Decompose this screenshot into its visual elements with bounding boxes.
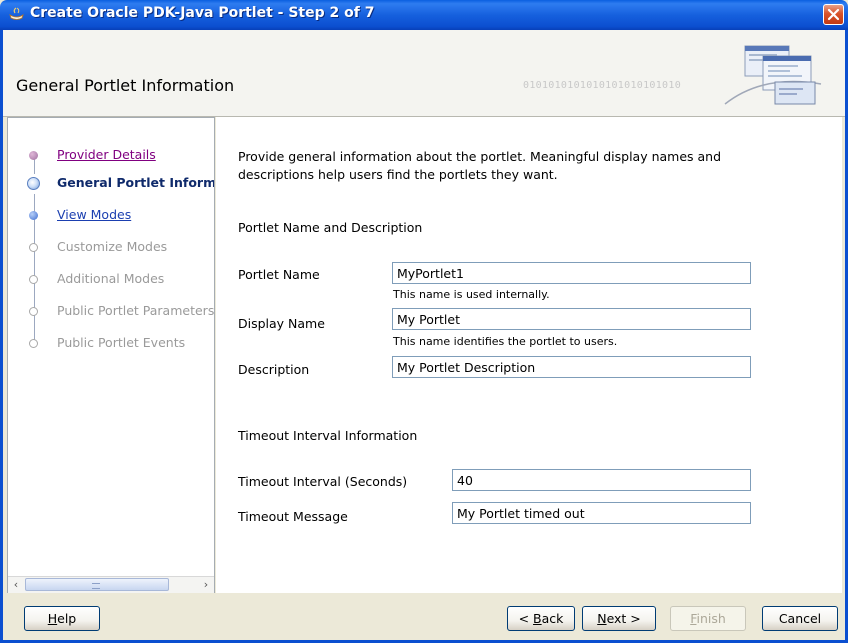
close-icon <box>827 8 840 21</box>
scrollbar-thumb[interactable] <box>25 578 169 591</box>
binary-decoration: 0101010101010101010101010 <box>523 80 682 91</box>
cancel-button[interactable]: Cancel <box>762 606 838 631</box>
step-label: Public Portlet Events <box>57 335 186 350</box>
help-button[interactable]: Help <box>24 606 100 631</box>
step-disabled-icon <box>29 243 38 252</box>
step-label: Provider Details <box>57 147 156 162</box>
step-public-portlet-parameters: Public Portlet Parameters <box>8 302 214 322</box>
close-button[interactable] <box>823 4 844 25</box>
next-button[interactable]: Next > <box>582 606 656 631</box>
step-disabled-icon <box>29 307 38 316</box>
wizard-header: General Portlet Information 010101010101… <box>3 30 845 117</box>
help-button-mnemonic: H <box>47 611 58 626</box>
section-title-timeout: Timeout Interval Information <box>238 428 418 443</box>
next-button-label: ext > <box>606 611 641 626</box>
step-label: View Modes <box>57 207 132 222</box>
step-label: Customize Modes <box>57 239 168 254</box>
next-button-mnemonic: N <box>597 611 607 626</box>
window-frame-left <box>0 30 3 643</box>
step-disabled-icon <box>29 339 38 348</box>
step-view-modes[interactable]: View Modes <box>8 206 214 226</box>
step-disabled-icon <box>29 275 38 284</box>
timeout-message-input[interactable] <box>452 502 751 524</box>
timeout-message-label: Timeout Message <box>238 509 348 524</box>
step-general-portlet-information[interactable]: General Portlet Information <box>8 174 214 194</box>
step-public-portlet-events: Public Portlet Events <box>8 334 214 354</box>
step-label: Public Portlet Parameters <box>57 303 215 318</box>
page-title: General Portlet Information <box>16 76 235 95</box>
step-label: General Portlet Information <box>57 175 215 190</box>
description-label: Description <box>238 362 310 377</box>
timeout-interval-label: Timeout Interval (Seconds) <box>238 474 408 489</box>
step-visited-icon <box>29 151 38 160</box>
portlet-name-hint: This name is used internally. <box>393 288 550 301</box>
cancel-button-label: Cancel <box>778 611 822 626</box>
description-input[interactable] <box>392 356 751 378</box>
window-title: Create Oracle PDK-Java Portlet - Step 2 … <box>30 5 375 21</box>
back-button-label: ack <box>541 611 564 626</box>
step-additional-modes: Additional Modes <box>8 270 214 290</box>
intro-text: Provide general information about the po… <box>238 149 722 182</box>
step-current-icon <box>27 177 40 190</box>
back-button-mnemonic: B <box>533 611 542 626</box>
section-title-name-description: Portlet Name and Description <box>238 220 423 235</box>
scroll-left-arrow-icon[interactable]: ‹ <box>8 577 24 593</box>
window-titlebar[interactable]: Create Oracle PDK-Java Portlet - Step 2 … <box>0 0 848 30</box>
back-button-prefix: < <box>518 611 534 626</box>
timeout-interval-input[interactable] <box>452 469 751 491</box>
portlet-name-label: Portlet Name <box>238 267 320 282</box>
step-label: Additional Modes <box>57 271 165 286</box>
wizard-header-graphic-icon <box>724 45 822 105</box>
back-button[interactable]: < Back <box>507 606 575 631</box>
step-provider-details[interactable]: Provider Details <box>8 146 214 166</box>
display-name-hint: This name identifies the portlet to user… <box>393 335 618 348</box>
step-enabled-icon <box>29 211 38 220</box>
portlet-name-input[interactable] <box>392 262 751 284</box>
finish-button: Finish <box>670 606 746 631</box>
java-cup-icon <box>8 7 26 23</box>
wizard-content-panel: Provide general information about the po… <box>216 117 842 593</box>
step-customize-modes: Customize Modes <box>8 238 214 258</box>
finish-button-label: inish <box>696 611 726 626</box>
display-name-input[interactable] <box>392 308 751 330</box>
scrollbar-grip-icon <box>92 583 100 589</box>
scroll-right-arrow-icon[interactable]: › <box>198 577 214 593</box>
steps-horizontal-scrollbar[interactable]: ‹ › <box>8 576 214 593</box>
help-button-label: elp <box>57 611 77 626</box>
wizard-steps-panel: Provider Details General Portlet Informa… <box>7 117 215 593</box>
display-name-label: Display Name <box>238 316 325 331</box>
